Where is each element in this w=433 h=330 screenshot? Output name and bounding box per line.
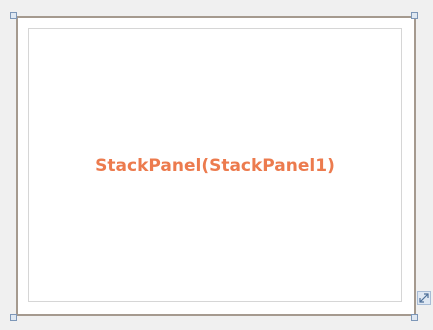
design-surface[interactable]: StackPanel(StackPanel1) bbox=[16, 16, 416, 316]
selection-handle-top-right[interactable] bbox=[411, 12, 418, 19]
resize-grip[interactable] bbox=[417, 291, 431, 305]
stack-panel-caption: StackPanel(StackPanel1) bbox=[95, 156, 335, 176]
selection-handle-bottom-right[interactable] bbox=[411, 314, 418, 321]
selection-handle-bottom-left[interactable] bbox=[10, 314, 17, 321]
stack-panel[interactable]: StackPanel(StackPanel1) bbox=[28, 28, 402, 302]
selection-handle-top-left[interactable] bbox=[10, 12, 17, 19]
resize-diagonal-icon bbox=[419, 293, 429, 303]
